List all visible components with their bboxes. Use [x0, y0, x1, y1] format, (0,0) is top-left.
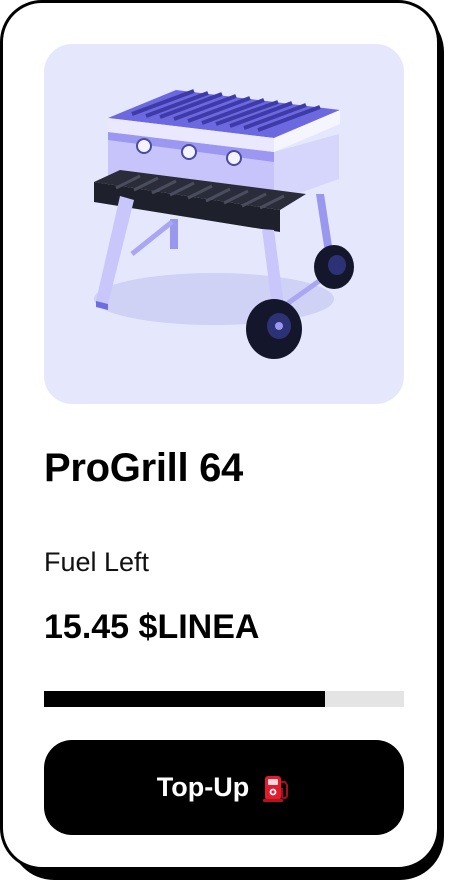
topup-button-label: Top-Up	[156, 772, 250, 802]
product-image	[44, 44, 404, 404]
fuel-left-label: Fuel Left	[44, 547, 150, 577]
app-frame: ProGrill 64 Fuel Left 15.45 $LINEA Top-U…	[0, 0, 456, 888]
fuel-progress-bar	[44, 691, 404, 707]
product-title: ProGrill 64	[44, 446, 244, 490]
fuel-pump-icon	[261, 773, 291, 803]
fuel-progress-fill	[44, 691, 325, 707]
fuel-left-value: 15.45 $LINEA	[44, 608, 260, 646]
grill-illustration	[94, 89, 354, 359]
topup-button[interactable]: Top-Up	[44, 740, 404, 835]
